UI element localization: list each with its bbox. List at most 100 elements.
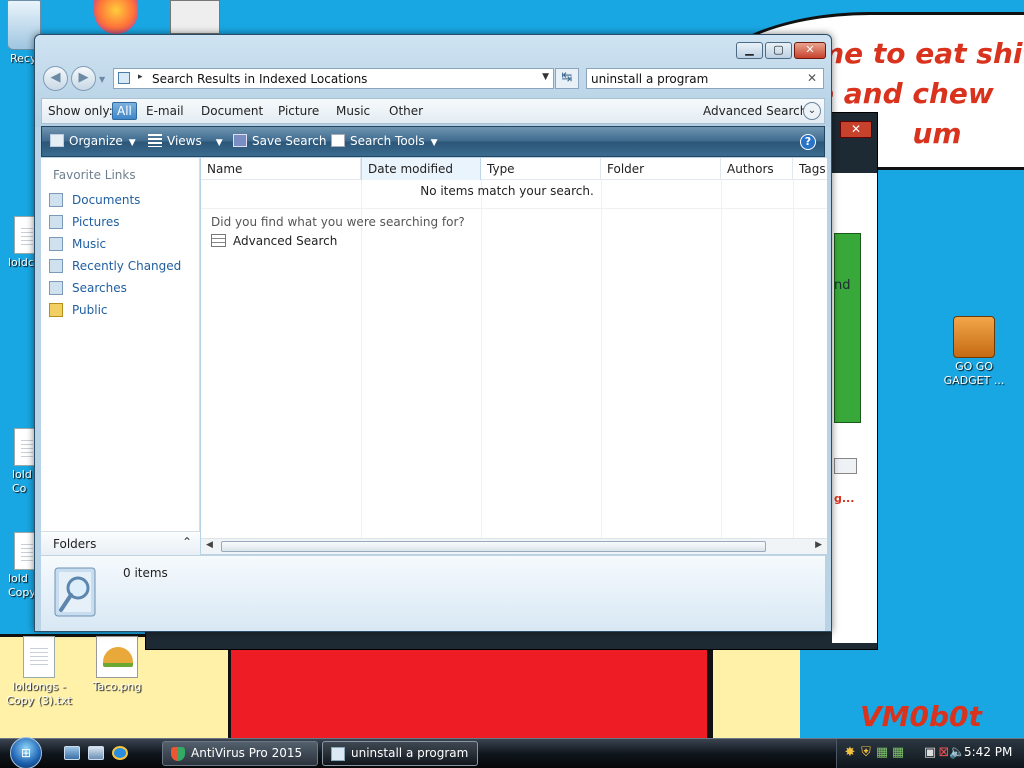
firefox-icon[interactable] — [94, 0, 138, 34]
recent-pages-dropdown[interactable]: ▼ — [99, 75, 105, 84]
background-window-text: ort — [834, 188, 853, 203]
address-dropdown-icon[interactable]: ▼ — [542, 72, 549, 82]
documents-icon — [49, 193, 63, 207]
chevron-down-icon[interactable]: ⌄ — [803, 102, 821, 120]
nav-link-searches[interactable]: Searches — [49, 279, 127, 297]
column-tags[interactable]: Tags — [793, 158, 827, 180]
empty-results-message: No items match your search. — [420, 184, 594, 198]
nav-link-label: Recently Changed — [72, 259, 182, 273]
navigation-pane: Favorite Links Documents Pictures Music … — [41, 158, 200, 554]
desktop-icon-label: GO GO GADGET ... — [943, 360, 1005, 387]
tray-app-icon[interactable]: ▦ — [891, 746, 905, 760]
nav-link-pictures[interactable]: Pictures — [49, 213, 120, 231]
tray-star-icon[interactable]: ✸ — [843, 746, 857, 760]
search-tools-icon — [331, 134, 345, 147]
desktop-icon-loldongs-copy3[interactable]: loldongs - Copy (3).txt — [0, 636, 78, 708]
clock[interactable]: 5:42 PM — [964, 745, 1012, 759]
show-desktop-icon[interactable] — [64, 746, 80, 760]
nav-link-public[interactable]: Public — [49, 301, 108, 319]
tray-security-icon[interactable]: ⛨ — [859, 746, 873, 760]
clear-search-icon[interactable]: ✕ — [807, 71, 817, 85]
chevron-up-icon: ⌃ — [181, 535, 192, 549]
close-button[interactable]: ✕ — [794, 42, 826, 59]
advanced-search-icon — [211, 234, 226, 247]
column-divider — [481, 180, 482, 538]
maximize-button[interactable]: ▢ — [765, 42, 792, 59]
watermark: VM0b0t — [860, 700, 982, 733]
nav-link-label: Documents — [72, 193, 141, 207]
desktop-wallpaper-shape — [710, 646, 800, 746]
scroll-left-icon[interactable]: ◀ — [206, 540, 213, 550]
desktop-icon-label: loldongs - Copy (3).txt — [6, 680, 72, 707]
column-type[interactable]: Type — [481, 158, 601, 180]
search-input[interactable] — [591, 71, 801, 86]
nav-link-label: Music — [72, 237, 107, 251]
desktop-icon-taco[interactable]: Taco.png — [80, 636, 154, 694]
volume-icon[interactable]: 🔈 — [949, 746, 965, 760]
filter-email[interactable]: E-mail — [146, 104, 184, 118]
nav-link-documents[interactable]: Documents — [49, 191, 140, 209]
filter-document[interactable]: Document — [201, 104, 263, 118]
nav-link-label: Pictures — [72, 215, 120, 229]
column-folder[interactable]: Folder — [601, 158, 721, 180]
folders-toggle[interactable]: Folders ⌃ — [41, 531, 200, 555]
advanced-search-link[interactable]: Advanced Search — [211, 234, 337, 248]
taskbar-item-antivirus[interactable]: AntiVirus Pro 2015 — [162, 741, 318, 766]
taskbar-item-search[interactable]: uninstall a program ... — [322, 741, 478, 766]
search-results-window[interactable]: ▁ ▢ ✕ ◀ ▶ ▼ ▸ Search Results in Indexed … — [34, 34, 832, 632]
organize-button[interactable]: Organize ▼ — [50, 134, 136, 148]
desktop-icon-label: Taco.png — [92, 680, 142, 693]
filter-picture[interactable]: Picture — [278, 104, 319, 118]
background-window-close-button[interactable]: ✕ — [840, 121, 872, 138]
scrollbar-thumb[interactable] — [221, 541, 766, 552]
filter-music[interactable]: Music — [336, 104, 370, 118]
help-icon[interactable]: ? — [800, 134, 816, 150]
text-file-icon — [23, 636, 55, 678]
search-tools-label: Search Tools — [350, 134, 425, 148]
search-box[interactable]: ✕ — [586, 68, 824, 89]
address-path[interactable]: Search Results in Indexed Locations — [152, 72, 367, 86]
background-window-input — [834, 458, 857, 474]
column-name[interactable]: Name — [201, 158, 361, 180]
search-tools-button[interactable]: Search Tools ▼ — [331, 134, 438, 148]
column-date-modified[interactable]: Date modified — [361, 158, 481, 180]
portrait-icon[interactable] — [170, 0, 220, 34]
search-window-icon — [331, 747, 345, 761]
music-icon — [49, 237, 63, 251]
views-button[interactable]: Views ▼ — [148, 134, 223, 148]
nav-link-recently-changed[interactable]: Recently Changed — [49, 257, 181, 275]
address-bar[interactable]: ▸ Search Results in Indexed Locations ▼ — [113, 68, 554, 89]
switch-windows-icon[interactable] — [88, 746, 104, 760]
scroll-right-icon[interactable]: ▶ — [815, 540, 822, 550]
minimize-button[interactable]: ▁ — [736, 42, 763, 59]
search-filter-bar: Show only: All E-mail Document Picture M… — [41, 98, 825, 124]
save-search-button[interactable]: Save Search — [233, 134, 327, 148]
command-toolbar: Organize ▼ Views ▼ Save Search Search Tool… — [41, 126, 825, 157]
caret-down-icon: ▼ — [215, 138, 223, 148]
search-location-icon — [118, 72, 130, 84]
forward-button[interactable]: ▶ — [71, 66, 96, 91]
filter-other[interactable]: Other — [389, 104, 423, 118]
tray-app-icon[interactable]: ▦ — [875, 746, 889, 760]
back-button[interactable]: ◀ — [43, 66, 68, 91]
file-list: Name Date modified Type Folder Authors T… — [201, 158, 827, 554]
search-folder-icon — [51, 564, 101, 620]
desktop-icon-go-go-gadget[interactable]: GO GO GADGET ... — [936, 316, 1012, 388]
refresh-button[interactable]: ↹ — [555, 68, 579, 89]
filter-all[interactable]: All — [112, 102, 137, 120]
breadcrumb-arrow-icon[interactable]: ▸ — [138, 72, 143, 82]
advanced-search-label: Advanced Search — [233, 234, 338, 248]
shield-icon — [171, 747, 185, 761]
pictures-icon — [49, 215, 63, 229]
nav-link-music[interactable]: Music — [49, 235, 106, 253]
tray-network-icon[interactable]: ▣ — [923, 746, 937, 760]
item-count: 0 items — [123, 566, 168, 580]
advanced-search-toggle[interactable]: Advanced Search — [703, 104, 807, 118]
recently-changed-icon — [49, 259, 63, 273]
start-button[interactable]: ⊞ — [10, 737, 42, 768]
taskbar-item-label: AntiVirus Pro 2015 — [191, 746, 303, 760]
horizontal-scrollbar[interactable]: ◀ ▶ — [201, 538, 827, 554]
column-authors[interactable]: Authors — [721, 158, 793, 180]
internet-explorer-icon[interactable] — [112, 746, 128, 760]
did-you-find-prompt: Did you find what you were searching for… — [211, 215, 465, 229]
